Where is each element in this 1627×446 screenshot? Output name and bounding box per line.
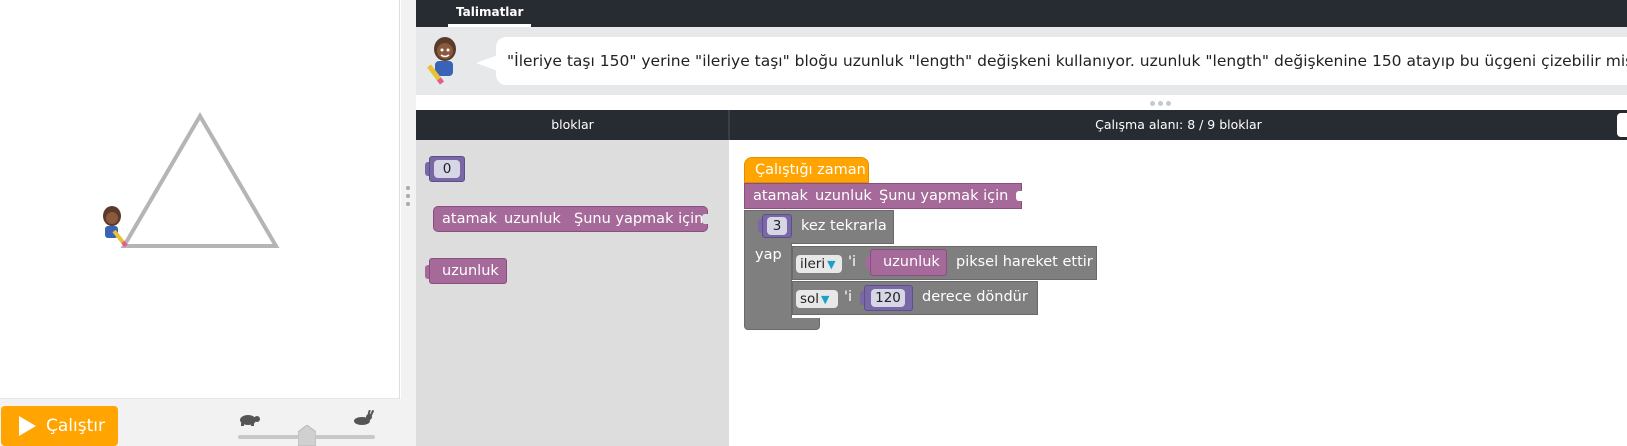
repeat-do-label: yap bbox=[755, 247, 782, 263]
input-notch bbox=[1016, 191, 1022, 201]
variable-name: uzunluk bbox=[883, 254, 940, 270]
rabbit-icon bbox=[354, 410, 374, 425]
workspace-header-button[interactable] bbox=[1617, 113, 1627, 137]
turn-direction-value: sol bbox=[800, 291, 820, 307]
toolbox-set-variable-block[interactable]: atamak uzunluk Şunu yapmak için bbox=[433, 206, 708, 232]
repeat-count-field[interactable]: 3 bbox=[767, 217, 787, 235]
repeat-block-body: yap bbox=[744, 243, 792, 323]
toolbox-variable-block[interactable]: uzunluk bbox=[429, 258, 507, 284]
play-icon bbox=[19, 416, 36, 436]
workspace-header: Çalışma alanı: 8 / 9 bloklar bbox=[730, 110, 1627, 140]
turn-angle-block[interactable]: 120 bbox=[864, 285, 913, 311]
panel-resize-grip[interactable] bbox=[406, 186, 410, 210]
when-run-block[interactable]: Çalıştığı zaman bbox=[744, 157, 869, 183]
turn-suffix: 'i bbox=[844, 289, 853, 305]
direction-value: ileri bbox=[800, 256, 826, 272]
panel-divider[interactable] bbox=[401, 0, 416, 446]
set-verb: atamak bbox=[442, 211, 497, 227]
dropdown-arrow-icon: ▼ bbox=[827, 258, 836, 271]
set-variable-name[interactable]: uzunluk bbox=[504, 211, 561, 227]
turn-direction-dropdown[interactable]: sol ▼ bbox=[796, 290, 838, 308]
move-suffix: 'i bbox=[848, 254, 857, 270]
number-field[interactable]: 0 bbox=[434, 160, 460, 178]
repeat-label: kez tekrarla bbox=[801, 218, 887, 234]
tab-instructions[interactable]: Talimatlar bbox=[448, 0, 532, 27]
toolbox-number-block[interactable]: 0 bbox=[429, 156, 465, 182]
run-button[interactable]: Çalıştır bbox=[1, 406, 118, 446]
instructions-resize-handle[interactable] bbox=[1150, 101, 1171, 106]
workspace-set-variable-block[interactable]: atamak uzunluk Şunu yapmak için bbox=[744, 183, 1022, 209]
run-button-label: Çalıştır bbox=[46, 416, 105, 436]
set-action-label: Şunu yapmak için bbox=[574, 211, 704, 227]
repeat-count-block[interactable]: 3 bbox=[762, 214, 792, 238]
triangle-drawing bbox=[103, 112, 280, 248]
toolbox-header: bloklar bbox=[416, 110, 729, 140]
set-variable-name[interactable]: uzunluk bbox=[815, 188, 872, 204]
turn-left-block[interactable]: sol ▼ 'i derece döndür bbox=[792, 281, 1038, 315]
instructions-header bbox=[416, 0, 1627, 27]
when-run-label: Çalıştığı zaman bbox=[755, 162, 866, 178]
turn-label: derece döndür bbox=[922, 289, 1028, 305]
dropdown-arrow-icon: ▼ bbox=[821, 293, 830, 306]
repeat-block-foot bbox=[744, 318, 820, 330]
input-notch bbox=[702, 214, 708, 224]
turn-angle-field[interactable]: 120 bbox=[871, 289, 905, 307]
variable-name: uzunluk bbox=[442, 263, 499, 279]
instruction-text: "İleriye taşı 150" yerine "ileriye taşı"… bbox=[496, 37, 1627, 85]
turtle-icon bbox=[240, 415, 260, 426]
move-label: piksel hareket ettir bbox=[956, 254, 1093, 270]
artist-avatar-icon bbox=[427, 37, 456, 85]
set-action-label: Şunu yapmak için bbox=[879, 188, 1009, 204]
move-variable-block[interactable]: uzunluk bbox=[870, 249, 947, 276]
artist-avatar-icon bbox=[103, 206, 128, 248]
direction-dropdown[interactable]: ileri ▼ bbox=[796, 255, 842, 273]
toolbox-panel bbox=[416, 140, 729, 446]
speed-slider-thumb[interactable] bbox=[298, 425, 316, 446]
drawing-stage bbox=[0, 0, 400, 399]
set-verb: atamak bbox=[753, 188, 808, 204]
speech-bubble-tail bbox=[476, 55, 498, 71]
